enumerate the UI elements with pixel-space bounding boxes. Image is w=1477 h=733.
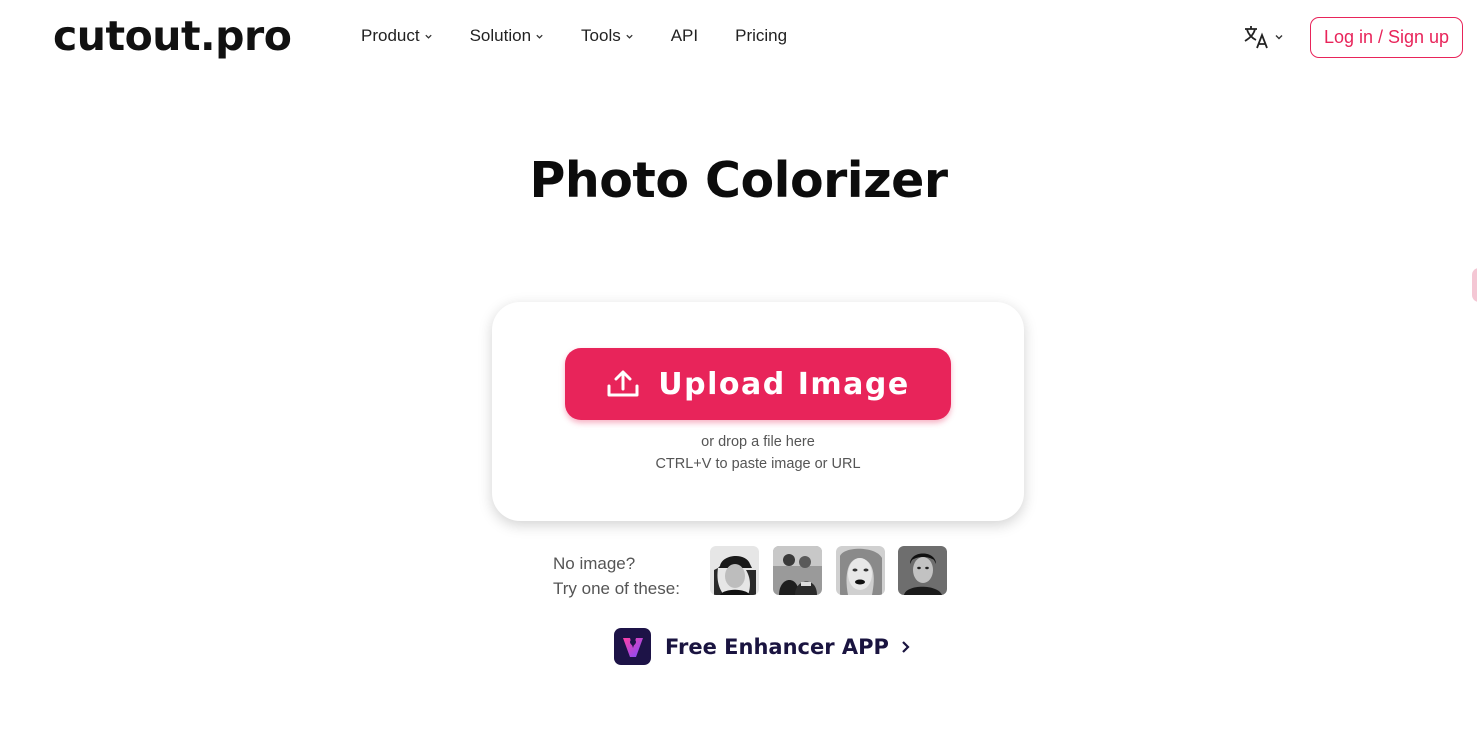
login-signup-button[interactable]: Log in / Sign up (1310, 17, 1463, 58)
translate-icon (1244, 26, 1268, 49)
chevron-down-icon (626, 34, 633, 39)
drop-file-hint: or drop a file here (701, 434, 815, 450)
upload-image-button[interactable]: Upload Image (565, 348, 951, 420)
upload-icon (607, 370, 639, 397)
sample-image-woman-lips (836, 546, 885, 595)
enhancer-app-label: Free Enhancer APP (665, 634, 889, 659)
nav-item-label: Product (361, 26, 420, 45)
chevron-right-icon (902, 640, 910, 653)
free-enhancer-app-link[interactable]: Free Enhancer APP (614, 628, 911, 665)
nav-item-label: Solution (469, 26, 532, 45)
upload-button-label: Upload Image (658, 366, 910, 402)
floating-side-widget[interactable] (1472, 268, 1477, 302)
sample-thumbnail-woman-lips[interactable] (836, 546, 885, 595)
paste-hint: CTRL+V to paste image or URL (655, 456, 861, 472)
main-nav: Product Solution Tools API Pricing (361, 26, 824, 46)
language-selector[interactable] (1243, 24, 1284, 50)
nav-item-label: Pricing (735, 26, 788, 45)
sample-thumbnail-woman-cap[interactable] (710, 546, 759, 595)
upload-card[interactable]: Upload Image or drop a file here CTRL+V … (492, 302, 1024, 521)
nav-item-label: Tools (581, 26, 621, 45)
sample-thumbnail-couple-street[interactable] (773, 546, 822, 595)
nav-item-pricing[interactable]: Pricing (735, 26, 787, 46)
enhancer-app-icon (614, 628, 651, 665)
nav-item-solution[interactable]: Solution (470, 26, 544, 46)
nav-item-api[interactable]: API (671, 26, 698, 46)
page-title: Photo Colorizer (529, 152, 948, 209)
nav-item-product[interactable]: Product (361, 26, 433, 46)
sample-label-line1: No image? (553, 554, 636, 573)
sample-images-label: No image? Try one of these: (553, 551, 680, 601)
cutout-pro-logo[interactable]: cutout.pro (53, 12, 292, 60)
sample-image-woman-cap (710, 546, 759, 595)
nav-item-label: API (670, 26, 699, 45)
chevron-down-icon (1275, 35, 1283, 40)
sample-thumbnail-man-portrait[interactable] (898, 546, 947, 595)
sample-label-line2: Try one of these: (553, 579, 680, 598)
sample-image-man-portrait (898, 546, 947, 595)
chevron-down-icon (424, 34, 432, 39)
site-header: cutout.pro Product Solution Tools API Pr… (0, 0, 1477, 76)
chevron-down-icon (536, 34, 543, 39)
sample-image-couple-street (773, 546, 822, 595)
nav-item-tools[interactable]: Tools (581, 26, 634, 46)
